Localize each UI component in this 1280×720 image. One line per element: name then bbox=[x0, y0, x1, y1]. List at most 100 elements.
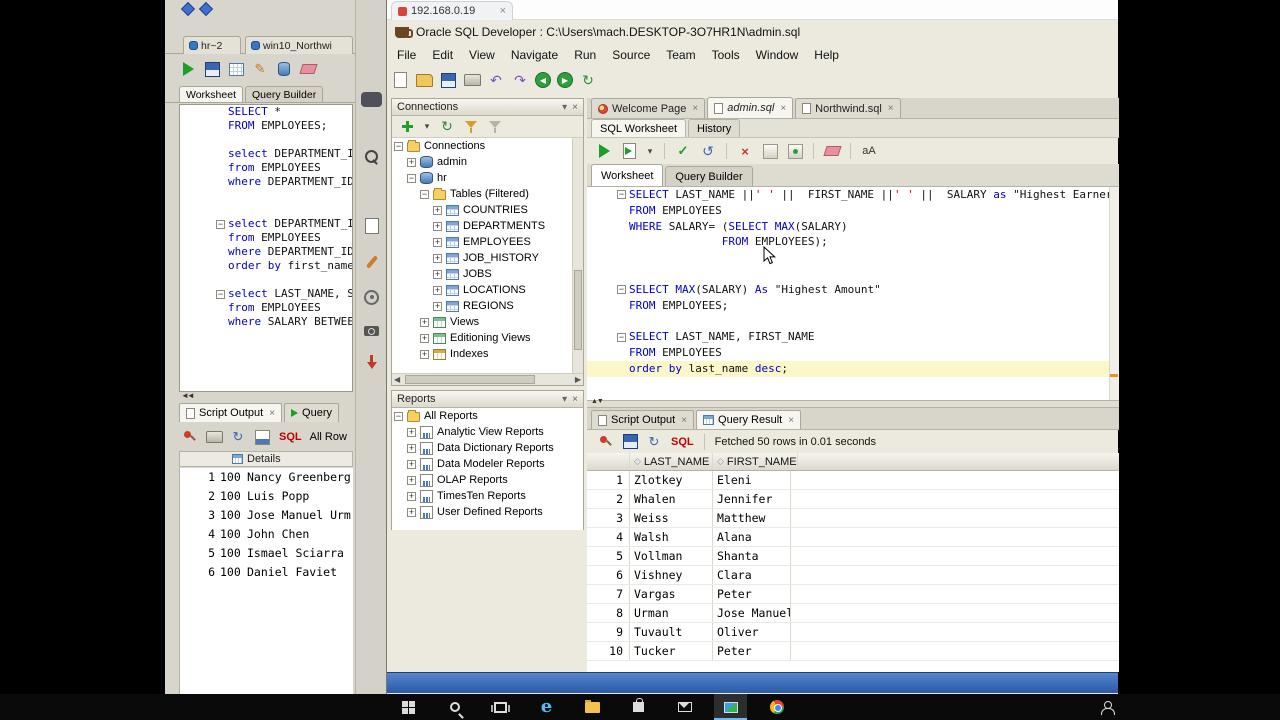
fold-toggle-icon[interactable]: − bbox=[216, 289, 225, 299]
tree-expander-icon[interactable]: + bbox=[407, 507, 416, 517]
code-line[interactable]: FROM EMPLOYEES bbox=[587, 203, 1119, 219]
scroll-right-icon[interactable]: ▶ bbox=[575, 375, 581, 384]
run-statement-icon[interactable] bbox=[595, 142, 613, 160]
code-line[interactable]: − select DEPARTMENT_I bbox=[180, 217, 352, 231]
reports-item-user-defined-reports[interactable]: + User Defined Reports bbox=[392, 504, 583, 520]
connections-item-tables-filtered[interactable]: − Tables (Filtered) bbox=[392, 186, 583, 202]
db-icon[interactable] bbox=[275, 60, 293, 78]
download-icon[interactable] bbox=[361, 354, 382, 374]
code-line[interactable] bbox=[587, 313, 1119, 329]
tab-worksheet[interactable]: Worksheet bbox=[591, 164, 664, 186]
code-line[interactable]: − SELECT LAST_NAME ||' ' || FIRST_NAME ||… bbox=[587, 187, 1119, 203]
chart-icon[interactable] bbox=[253, 428, 271, 446]
code-line[interactable]: FROM EMPLOYEES; bbox=[180, 119, 352, 133]
detail-row[interactable]: 5 100 Ismael Sciarra bbox=[180, 544, 353, 563]
menu-help[interactable]: Help bbox=[806, 46, 847, 64]
camera-icon[interactable] bbox=[361, 321, 382, 341]
code-line[interactable]: SELECT * bbox=[180, 105, 352, 119]
code-line[interactable] bbox=[180, 203, 352, 217]
reports-item-all-reports[interactable]: − All Reports bbox=[392, 408, 583, 424]
reports-item-analytic-view-reports[interactable]: + Analytic View Reports bbox=[392, 424, 583, 440]
panel-menu-icon[interactable]: ▾ bbox=[562, 102, 567, 113]
taskbar-mail-icon[interactable] bbox=[668, 694, 701, 720]
menu-view[interactable]: View bbox=[461, 46, 503, 64]
tree-expander-icon[interactable]: + bbox=[433, 269, 442, 279]
result-row[interactable]: 3 Weiss Matthew bbox=[587, 509, 1119, 528]
code-line[interactable] bbox=[180, 133, 352, 147]
redo-icon[interactable] bbox=[511, 71, 529, 89]
menu-team[interactable]: Team bbox=[658, 46, 703, 64]
close-tab-icon[interactable]: × bbox=[780, 103, 786, 114]
close-tab-icon[interactable]: × bbox=[888, 103, 894, 114]
taskbar-chrome-icon[interactable] bbox=[760, 694, 793, 720]
pin-icon[interactable] bbox=[181, 428, 199, 446]
connections-item-countries[interactable]: + COUNTRIES bbox=[392, 202, 583, 218]
bg-tab-hr-2[interactable]: hr~2 bbox=[183, 36, 241, 54]
gear-icon[interactable] bbox=[361, 287, 382, 307]
result-row[interactable]: 9 Tuvault Oliver bbox=[587, 623, 1119, 642]
magnifier-icon[interactable] bbox=[361, 148, 382, 168]
connections-item-admin[interactable]: + admin bbox=[392, 154, 583, 170]
save-grid-icon[interactable] bbox=[621, 433, 639, 451]
code-line[interactable] bbox=[180, 189, 352, 203]
connections-item-regions[interactable]: + REGIONS bbox=[392, 298, 583, 314]
code-line[interactable]: where DEPARTMENT_ID bbox=[180, 245, 352, 259]
detail-row[interactable]: 2 100 Luis Popp bbox=[180, 487, 353, 506]
tab-northwind-sql[interactable]: Northwind.sql × bbox=[795, 98, 901, 118]
browser-tab[interactable]: 192.168.0.19 × bbox=[391, 1, 513, 20]
scrollbar-thumb[interactable] bbox=[405, 375, 535, 384]
bg-sql-editor[interactable]: SELECT * FROM EMPLOYEES; select DEPARTMENT… bbox=[179, 104, 353, 392]
pencil-icon[interactable] bbox=[251, 60, 269, 78]
tree-expander-icon[interactable]: + bbox=[407, 475, 416, 485]
detail-row[interactable]: 4 100 John Chen bbox=[180, 525, 353, 544]
connections-item-job-history[interactable]: + JOB_HISTORY bbox=[392, 250, 583, 266]
run-script-icon[interactable] bbox=[620, 142, 638, 160]
panel-close-icon[interactable]: × bbox=[572, 394, 578, 405]
result-row[interactable]: 5 Vollman Shanta bbox=[587, 547, 1119, 566]
open-file-icon[interactable] bbox=[415, 71, 433, 89]
clipboard-icon[interactable] bbox=[361, 216, 382, 236]
menu-source[interactable]: Source bbox=[604, 46, 658, 64]
code-line[interactable]: order by last_name desc; bbox=[587, 360, 1119, 377]
details-header[interactable]: Details bbox=[179, 451, 353, 467]
taskbar-taskview-icon[interactable] bbox=[484, 694, 517, 720]
grid-icon[interactable] bbox=[227, 60, 245, 78]
detail-row[interactable]: 1 100 Nancy Greenberg bbox=[180, 468, 353, 487]
app-gem-icon[interactable] bbox=[180, 1, 196, 17]
tab-sql-worksheet[interactable]: SQL Worksheet bbox=[591, 119, 687, 137]
tree-expander-icon[interactable]: − bbox=[394, 141, 403, 151]
connections-item-indexes[interactable]: + Indexes bbox=[392, 346, 583, 362]
tree-expander-icon[interactable]: + bbox=[420, 333, 429, 343]
panel-splitter[interactable]: ▲▼ bbox=[587, 398, 1119, 408]
fold-toggle-icon[interactable]: − bbox=[216, 219, 225, 229]
close-tab-icon[interactable]: × bbox=[681, 415, 687, 426]
menu-run[interactable]: Run bbox=[566, 46, 604, 64]
tree-expander-icon[interactable]: + bbox=[433, 221, 442, 231]
bg-tab-worksheet[interactable]: Worksheet bbox=[179, 86, 243, 102]
forward-icon[interactable] bbox=[557, 72, 573, 88]
editor-scrollbar[interactable] bbox=[1109, 187, 1119, 400]
code-line[interactable]: WHERE SALARY= (SELECT MAX(SALARY) bbox=[587, 219, 1119, 235]
code-line[interactable] bbox=[587, 266, 1119, 282]
connections-item-editioning-views[interactable]: + Editioning Views bbox=[392, 330, 583, 346]
connections-item-views[interactable]: + Views bbox=[392, 314, 583, 330]
dropdown-icon[interactable] bbox=[645, 142, 655, 160]
tree-expander-icon[interactable]: + bbox=[407, 157, 416, 167]
capture-button-icon[interactable] bbox=[361, 92, 382, 107]
autotrace-icon[interactable] bbox=[786, 142, 804, 160]
code-line[interactable] bbox=[587, 250, 1119, 266]
tree-expander-icon[interactable]: + bbox=[407, 491, 416, 501]
code-line[interactable]: − SELECT LAST_NAME, FIRST_NAME bbox=[587, 329, 1119, 345]
tab-history[interactable]: History bbox=[688, 119, 741, 137]
connections-item-hr[interactable]: − hr bbox=[392, 170, 583, 186]
tree-expander-icon[interactable]: − bbox=[407, 173, 416, 183]
tree-expander-icon[interactable]: − bbox=[394, 411, 403, 421]
result-row[interactable]: 4 Walsh Alana bbox=[587, 528, 1119, 547]
code-line[interactable]: FROM EMPLOYEES); bbox=[587, 234, 1119, 250]
sql-editor[interactable]: − SELECT LAST_NAME ||' ' || FIRST_NAME ||… bbox=[587, 187, 1119, 400]
result-row[interactable]: 1 Zlotkey Eleni bbox=[587, 471, 1119, 490]
cancel-icon[interactable] bbox=[736, 142, 754, 160]
connections-item-employees[interactable]: + EMPLOYEES bbox=[392, 234, 583, 250]
tab-welcome-page[interactable]: Welcome Page × bbox=[591, 98, 706, 118]
query-result-grid[interactable]: ◇ LAST_NAME ◇ FIRST_NAME 1 Zlotkey Eleni 2 Whale… bbox=[587, 453, 1119, 672]
